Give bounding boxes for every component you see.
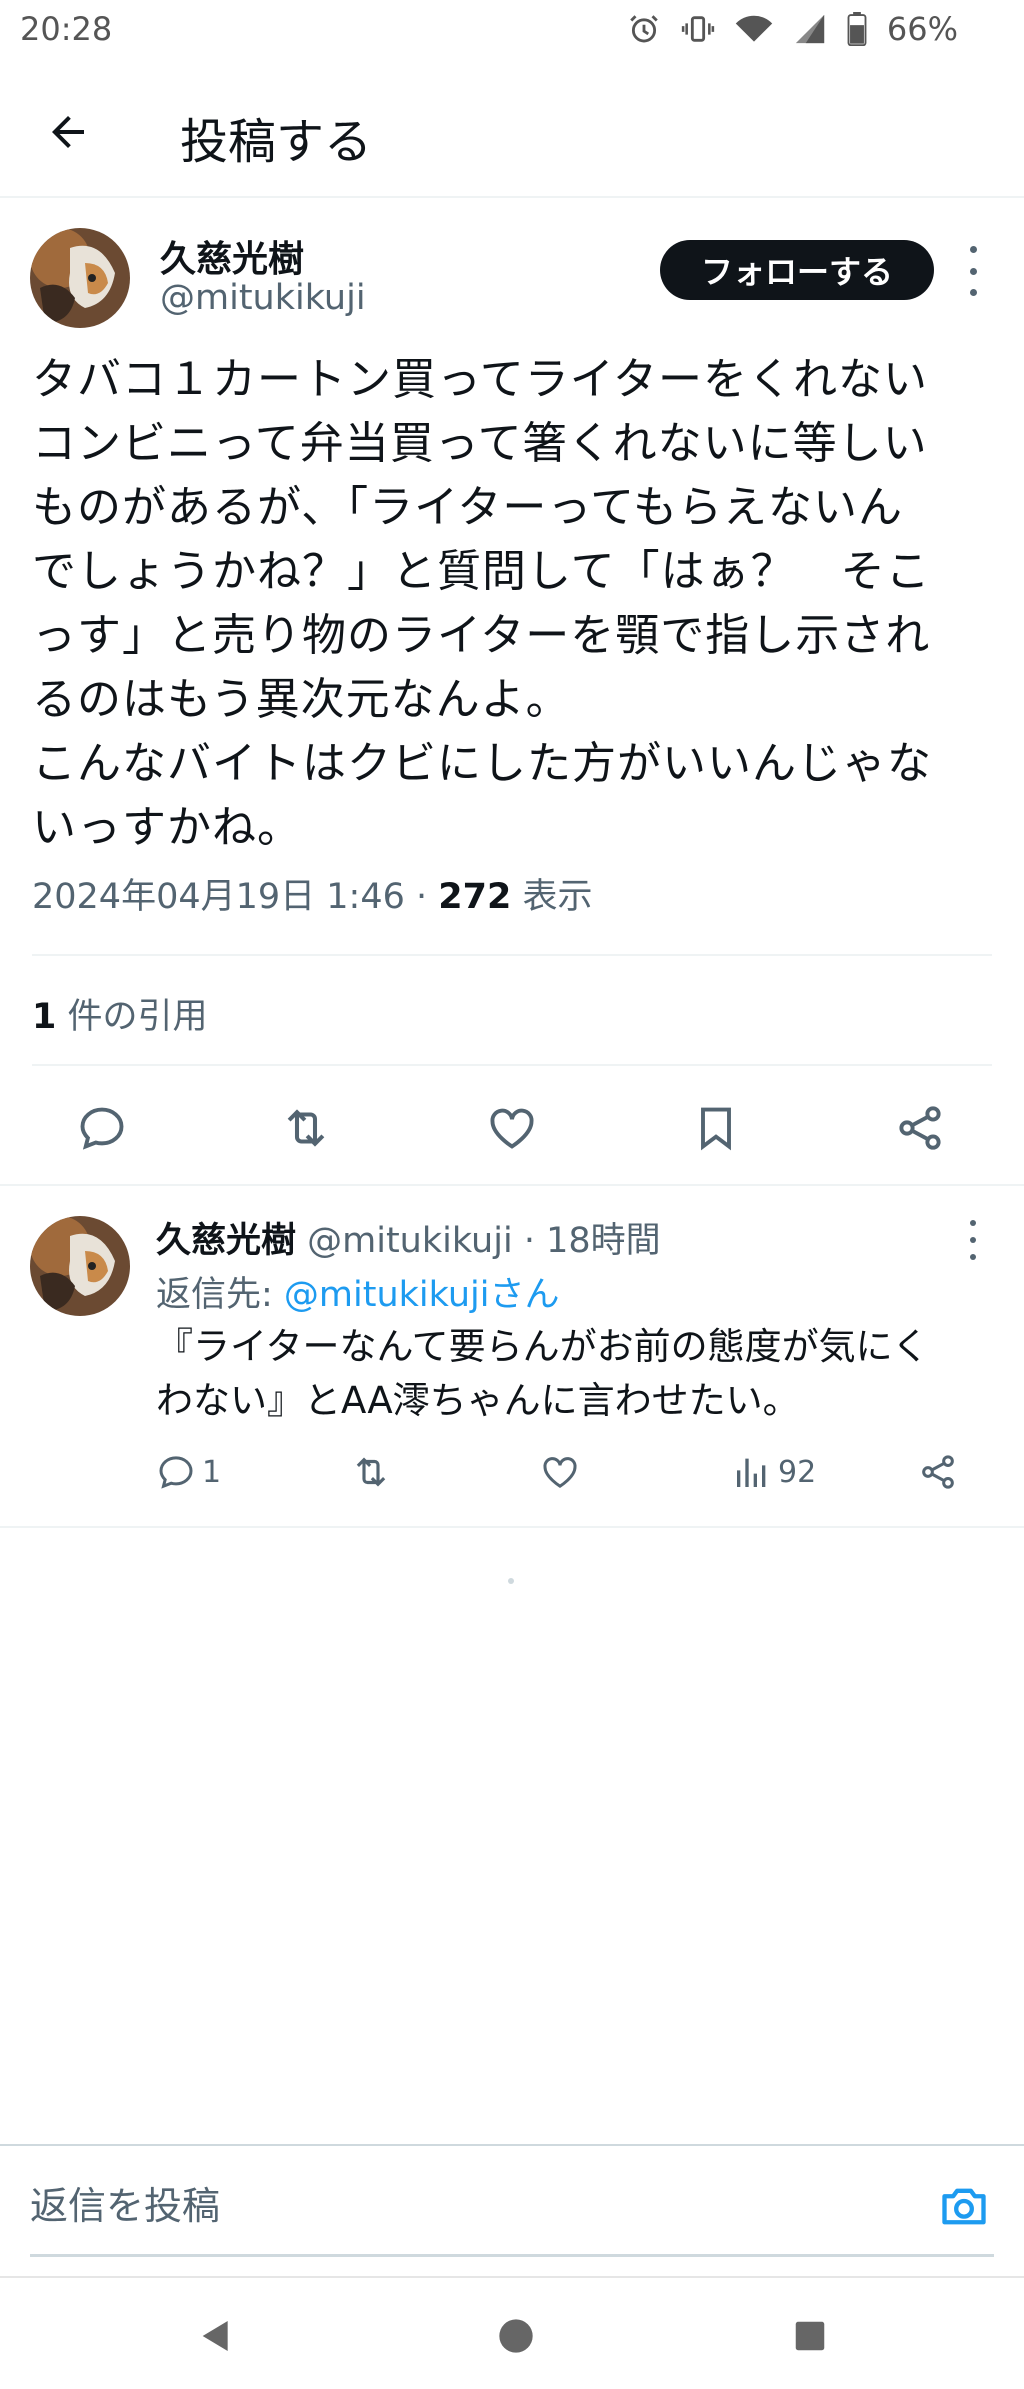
reply-actions: 1 92 xyxy=(0,1442,1024,1502)
reply-views-count: 92 xyxy=(778,1454,817,1490)
status-time: 20:28 xyxy=(20,10,113,48)
retweet-button[interactable] xyxy=(276,1098,336,1158)
camera-button[interactable] xyxy=(934,2176,994,2236)
retweet-icon xyxy=(287,1109,325,1147)
avatar[interactable] xyxy=(30,228,130,328)
reply-reply-button[interactable]: 1 xyxy=(156,1442,221,1502)
reply-header: 久慈光樹 @mitukikuji · 18時間 xyxy=(156,1212,661,1263)
reply-share-button[interactable] xyxy=(918,1442,958,1502)
page-title: 投稿する xyxy=(180,114,373,170)
status-bar: 20:28 66% xyxy=(0,0,1024,62)
post-text: タバコ１カートン買ってライターをくれない コンビニって弁当買って箸くれないに等し… xyxy=(32,354,932,853)
reply-time: · 18時間 xyxy=(512,1221,661,1261)
reply-author-name[interactable]: 久慈光樹 xyxy=(156,1221,296,1261)
vibrate-icon xyxy=(681,12,715,46)
battery-percent: 66% xyxy=(886,10,958,48)
square-recents-icon xyxy=(795,2321,825,2351)
like-icon xyxy=(490,1108,534,1149)
more-options-icon[interactable] xyxy=(958,1220,988,1260)
views-count: 272 xyxy=(438,877,512,917)
alarm-icon xyxy=(627,12,661,46)
share-button[interactable] xyxy=(890,1098,950,1158)
system-nav-bar xyxy=(0,2276,1024,2389)
reply-text: 『ライターなんて要らんがお前の態度が気にく わない』とAA澪ちゃんに言わせたい。 xyxy=(156,1325,929,1422)
reply-to: 返信先: @mitukikujiさん xyxy=(156,1266,559,1317)
back-button[interactable] xyxy=(38,102,98,162)
retweet-icon xyxy=(356,1457,386,1487)
bookmark-icon xyxy=(701,1107,731,1151)
reply-retweet-button[interactable] xyxy=(350,1442,392,1502)
author-handle[interactable]: @mitukikuji xyxy=(160,278,366,318)
reply-icon xyxy=(80,1107,124,1150)
circle-home-icon xyxy=(499,2319,533,2353)
nav-home-button[interactable] xyxy=(486,2306,546,2366)
battery-icon xyxy=(847,12,867,46)
follow-button[interactable]: フォローする xyxy=(660,240,934,300)
like-icon xyxy=(543,1457,577,1488)
views-chart-icon xyxy=(737,1458,766,1487)
reply-post[interactable]: 久慈光樹 @mitukikuji · 18時間 返信先: @mitukikuji… xyxy=(0,1186,1024,1528)
camera-icon xyxy=(942,2188,986,2225)
bookmark-button[interactable] xyxy=(686,1098,746,1158)
reply-views-button[interactable]: 92 xyxy=(732,1442,816,1502)
triangle-back-icon xyxy=(202,2321,228,2351)
more-options-icon[interactable] xyxy=(958,246,988,296)
post-actions xyxy=(0,1068,1024,1188)
reply-author-handle[interactable]: @mitukikuji xyxy=(296,1221,513,1261)
reply-button[interactable] xyxy=(72,1098,132,1158)
reply-input[interactable] xyxy=(30,2176,910,2236)
quote-count-link[interactable]: 1 件の引用 xyxy=(32,988,208,1039)
quote-label: 件の引用 xyxy=(56,997,208,1037)
status-icons: 66% xyxy=(627,10,958,48)
post-date: 2024年04月19日 1:46 · xyxy=(32,877,439,917)
reply-icon xyxy=(159,1456,193,1489)
divider xyxy=(32,1064,992,1066)
share-icon xyxy=(899,1106,941,1150)
reply-like-button[interactable] xyxy=(540,1442,580,1502)
share-icon xyxy=(922,1455,954,1489)
nav-back-button[interactable] xyxy=(186,2306,246,2366)
author-name[interactable]: 久慈光樹 xyxy=(160,230,304,282)
avatar[interactable] xyxy=(30,1216,130,1316)
loading-indicator xyxy=(508,1578,514,1584)
input-underline xyxy=(30,2254,994,2257)
arrow-left-icon xyxy=(52,116,84,148)
post-meta: 2024年04月19日 1:46 · 272 表示 xyxy=(32,868,592,919)
views-label: 表示 xyxy=(511,877,593,917)
divider xyxy=(32,954,992,956)
quote-count: 1 xyxy=(32,997,57,1037)
reply-count: 1 xyxy=(202,1454,222,1490)
reply-composer xyxy=(0,2144,1024,2276)
divider xyxy=(0,1526,1024,1528)
nav-recents-button[interactable] xyxy=(780,2306,840,2366)
like-button[interactable] xyxy=(482,1098,542,1158)
wifi-icon xyxy=(735,12,773,46)
reply-to-prefix: 返信先: xyxy=(156,1275,284,1315)
top-app-bar: 投稿する xyxy=(0,62,1024,198)
signal-icon xyxy=(793,12,827,46)
reply-to-mention[interactable]: @mitukikujiさん xyxy=(284,1275,560,1315)
